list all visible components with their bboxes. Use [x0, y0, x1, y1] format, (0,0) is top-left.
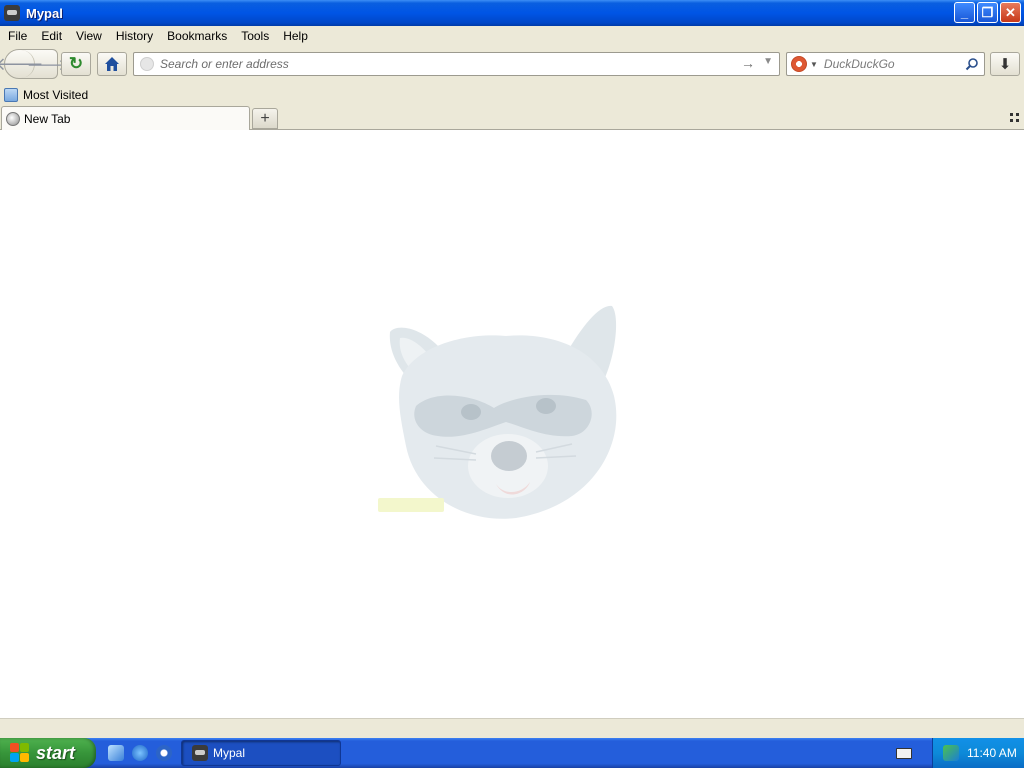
- start-label: start: [36, 742, 76, 763]
- plus-icon: +: [260, 109, 270, 127]
- forward-button[interactable]: 🡒: [27, 50, 67, 78]
- search-bar[interactable]: ▼: [786, 52, 985, 76]
- reload-icon: ↻: [68, 54, 84, 73]
- download-arrow-icon: ⬇: [998, 56, 1012, 73]
- page-content[interactable]: [0, 130, 1024, 718]
- site-identity-icon[interactable]: [140, 57, 154, 71]
- internet-explorer-icon[interactable]: [132, 745, 148, 761]
- app-icon: [4, 5, 20, 21]
- window-title: Mypal: [26, 5, 63, 21]
- most-visited-icon: [4, 88, 18, 102]
- menu-bookmarks[interactable]: Bookmarks: [160, 29, 234, 43]
- tab-new-tab[interactable]: New Tab: [1, 106, 250, 130]
- tab-label: New Tab: [24, 111, 71, 126]
- home-icon: [105, 57, 119, 71]
- minimize-button[interactable]: _: [954, 2, 975, 23]
- downloads-button[interactable]: ⬇: [990, 52, 1020, 76]
- mypal-icon: [192, 745, 208, 761]
- system-tray: 11:40 AM: [932, 738, 1024, 768]
- network-icon[interactable]: [943, 745, 959, 761]
- close-button[interactable]: ✕: [1000, 2, 1021, 23]
- bookmark-most-visited[interactable]: Most Visited: [23, 88, 88, 102]
- address-input[interactable]: [160, 57, 720, 71]
- back-forward-group: 🡐 🡒: [0, 49, 67, 79]
- history-dropdown-icon[interactable]: ▼: [763, 56, 773, 67]
- menu-edit[interactable]: Edit: [34, 29, 69, 43]
- go-arrow-icon[interactable]: →: [741, 55, 755, 71]
- tab-list-grid-icon[interactable]: [1010, 113, 1019, 122]
- windows-logo-icon: [10, 743, 30, 763]
- menu-file[interactable]: File: [1, 29, 34, 43]
- reload-button[interactable]: ↻: [61, 52, 91, 76]
- engine-dropdown-icon[interactable]: ▼: [810, 60, 818, 69]
- menu-bar: File Edit View History Bookmarks Tools H…: [0, 26, 1024, 46]
- title-bar[interactable]: Mypal _ ❐ ✕: [0, 0, 1024, 26]
- new-tab-button[interactable]: +: [252, 108, 278, 129]
- window-controls: _ ❐ ✕: [954, 2, 1021, 23]
- globe-icon: [6, 111, 20, 126]
- search-input[interactable]: [823, 57, 964, 71]
- menu-tools[interactable]: Tools: [234, 29, 276, 43]
- menu-help[interactable]: Help: [276, 29, 315, 43]
- search-icon[interactable]: [965, 57, 979, 71]
- menu-history[interactable]: History: [109, 29, 160, 43]
- taskbar: start Mypal 11:40 AM: [0, 738, 1024, 768]
- duckduckgo-icon[interactable]: [791, 56, 807, 72]
- home-button[interactable]: [97, 52, 127, 76]
- clock[interactable]: 11:40 AM: [967, 746, 1017, 760]
- menu-view[interactable]: View: [69, 29, 109, 43]
- tab-strip: New Tab +: [0, 106, 1024, 130]
- address-bar[interactable]: → ▼: [133, 52, 780, 76]
- quicklaunch-desktop-icon[interactable]: [108, 745, 124, 761]
- keyboard-icon[interactable]: [896, 748, 912, 759]
- status-bar: [0, 718, 1024, 738]
- raccoon-logo: [378, 305, 617, 519]
- start-button[interactable]: start: [0, 738, 96, 768]
- media-player-icon[interactable]: [156, 745, 172, 761]
- taskbar-mypal-button[interactable]: Mypal: [181, 740, 341, 766]
- restore-button[interactable]: ❐: [977, 2, 998, 23]
- taskbar-mypal-label: Mypal: [213, 746, 246, 760]
- navigation-toolbar: 🡐 🡒 ↻ → ▼ ▼ ⬇: [0, 46, 1024, 84]
- bookmarks-toolbar: Most Visited: [0, 84, 1024, 106]
